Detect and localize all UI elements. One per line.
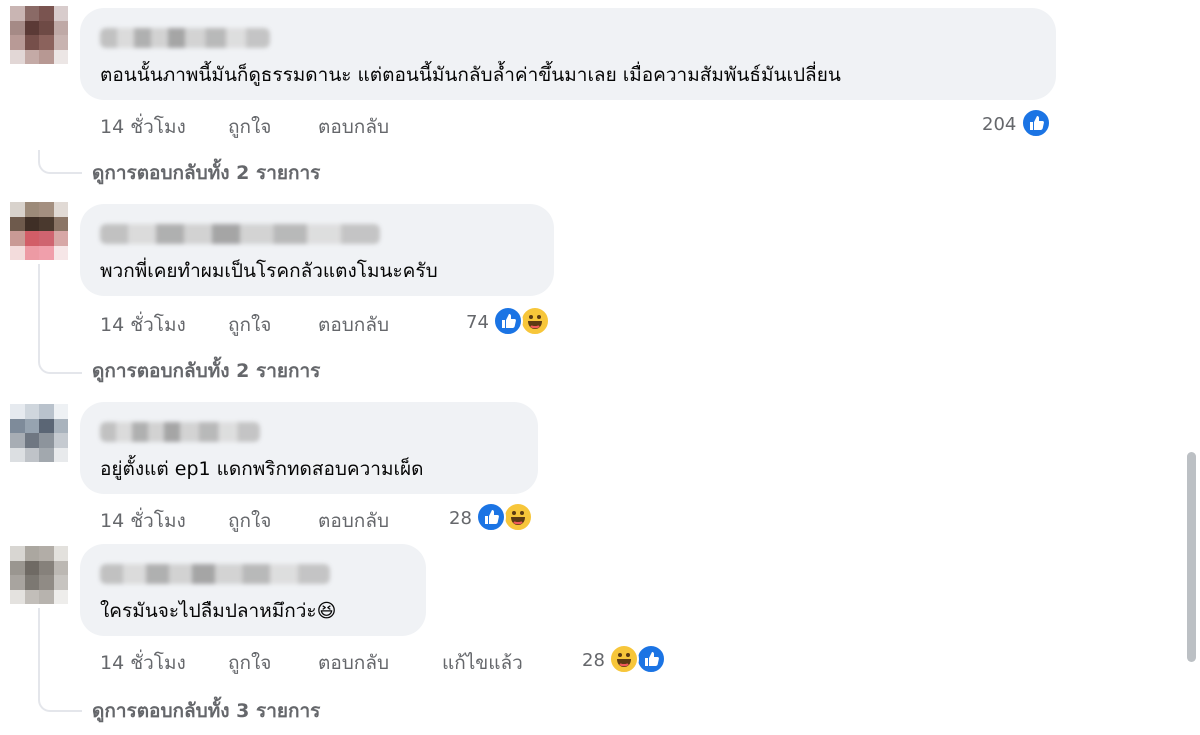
timestamp[interactable]: 14 ชั่วโมง	[100, 506, 186, 536]
comment-bubble: อยู่ตั้งแต่ ep1 แดกพริกทดสอบความเผ็ด	[80, 402, 538, 494]
edited-label: แก้ไขแล้ว	[442, 652, 523, 674]
timestamp[interactable]: 14 ชั่วโมง	[100, 112, 186, 142]
like-icon[interactable]	[636, 644, 666, 674]
like-button[interactable]: ถูกใจ	[228, 506, 271, 536]
thread-line	[38, 264, 40, 350]
comment-bubble: ตอนนั้นภาพนี้มันก็ดูธรรมดานะ แต่ตอนนี้มั…	[80, 8, 1056, 100]
like-button[interactable]: ถูกใจ	[228, 310, 271, 340]
thread-connector	[38, 150, 82, 174]
reply-button[interactable]: ตอบกลับ	[318, 648, 389, 678]
reaction-count[interactable]: 28	[582, 650, 605, 671]
timestamp[interactable]: 14 ชั่วโมง	[100, 310, 186, 340]
view-replies-link[interactable]: ดูการตอบกลับทั้ง 2 รายการ	[92, 356, 320, 386]
thread-connector	[38, 350, 82, 374]
thread-line	[38, 608, 40, 690]
reaction-count[interactable]: 74	[466, 312, 489, 333]
reaction-count[interactable]: 28	[449, 508, 472, 529]
comment-bubble: พวกพี่เคยทำผมเป็นโรคกลัวแตงโมนะครับ	[80, 204, 554, 296]
comment-bubble: ใครมันจะไปลืมปลาหมึกว่ะ😆	[80, 544, 426, 636]
scrollbar-thumb[interactable]	[1187, 452, 1196, 662]
like-icon[interactable]	[1021, 108, 1051, 138]
like-icon[interactable]	[476, 502, 506, 532]
laughing-emoji: 😆	[316, 600, 337, 622]
reaction-count[interactable]: 204	[982, 114, 1016, 135]
haha-icon[interactable]	[520, 306, 550, 336]
comment-text: ใครมันจะไปลืมปลาหมึกว่ะ😆	[100, 600, 337, 622]
haha-icon[interactable]	[609, 644, 639, 674]
like-icon[interactable]	[493, 306, 523, 336]
reply-button[interactable]: ตอบกลับ	[318, 506, 389, 536]
commenter-name-blurred[interactable]	[100, 564, 330, 584]
avatar[interactable]	[10, 546, 68, 604]
view-replies-link[interactable]: ดูการตอบกลับทั้ง 2 รายการ	[92, 158, 320, 188]
comment-text: อยู่ตั้งแต่ ep1 แดกพริกทดสอบความเผ็ด	[100, 458, 424, 480]
reply-button[interactable]: ตอบกลับ	[318, 310, 389, 340]
commenter-name-blurred[interactable]	[100, 28, 270, 48]
comment-text: ตอนนั้นภาพนี้มันก็ดูธรรมดานะ แต่ตอนนี้มั…	[100, 64, 841, 86]
timestamp[interactable]: 14 ชั่วโมง	[100, 648, 186, 678]
avatar[interactable]	[10, 6, 68, 64]
like-button[interactable]: ถูกใจ	[228, 648, 271, 678]
comment-text: พวกพี่เคยทำผมเป็นโรคกลัวแตงโมนะครับ	[100, 260, 438, 282]
commenter-name-blurred[interactable]	[100, 224, 380, 244]
avatar[interactable]	[10, 202, 68, 260]
reply-button[interactable]: ตอบกลับ	[318, 112, 389, 142]
commenter-name-blurred[interactable]	[100, 422, 260, 442]
avatar[interactable]	[10, 404, 68, 462]
thread-connector	[38, 690, 82, 712]
haha-icon[interactable]	[503, 502, 533, 532]
view-replies-link[interactable]: ดูการตอบกลับทั้ง 3 รายการ	[92, 696, 320, 726]
like-button[interactable]: ถูกใจ	[228, 112, 271, 142]
